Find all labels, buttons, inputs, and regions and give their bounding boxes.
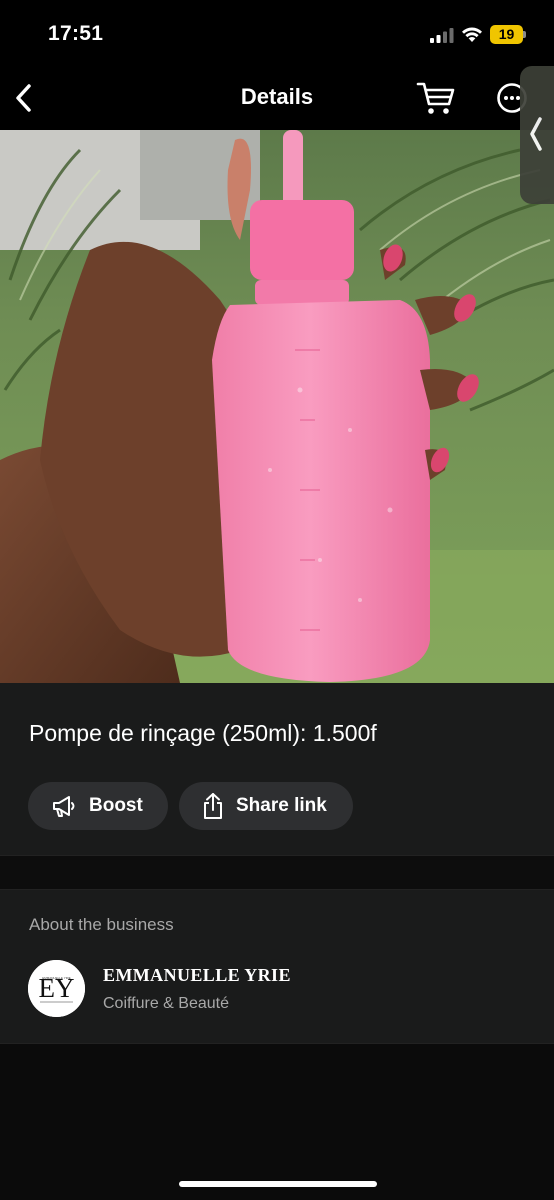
status-time: 17:51 — [48, 22, 104, 45]
battery-icon: 19 — [490, 25, 526, 44]
logo-small-text: EMMANUELLE YRIE — [42, 976, 70, 980]
battery-percentage: 19 — [498, 26, 515, 42]
business-category: Coiffure & Beauté — [103, 995, 230, 1012]
boost-button[interactable]: Boost — [28, 782, 168, 830]
share-link-button[interactable]: Share link — [179, 782, 353, 830]
business-name[interactable]: EMMANUELLE YRIE — [103, 965, 291, 986]
home-indicator[interactable] — [179, 1181, 377, 1187]
page-title: Details — [240, 84, 314, 109]
product-photo-illustration — [0, 130, 554, 683]
chevron-left-icon — [530, 117, 542, 151]
business-avatar[interactable]: EY EMMANUELLE YRIE — [28, 960, 85, 1017]
share-link-label: Share link — [236, 795, 327, 816]
boost-label: Boost — [89, 795, 143, 816]
about-business-card: About the business EY EMMANUELLE YRIE EM… — [0, 889, 554, 1044]
product-info-card: Pompe de rinçage (250ml): 1.500f Boost S… — [0, 683, 554, 855]
section-heading: About the business — [29, 915, 174, 934]
cart-icon[interactable] — [416, 80, 456, 116]
product-photo[interactable] — [0, 130, 554, 683]
business-logo: EY EMMANUELLE YRIE — [28, 960, 85, 1017]
status-bar: 17:51 19 — [0, 0, 554, 66]
share-icon — [204, 793, 222, 819]
megaphone-icon — [53, 796, 75, 817]
navigation-bar: Details — [0, 66, 554, 130]
cellular-signal-icon — [430, 28, 454, 43]
product-title: Pompe de rinçage (250ml): 1.500f — [29, 720, 377, 746]
section-divider — [0, 855, 554, 889]
side-panel-handle[interactable] — [520, 66, 554, 204]
wifi-icon — [462, 27, 482, 42]
